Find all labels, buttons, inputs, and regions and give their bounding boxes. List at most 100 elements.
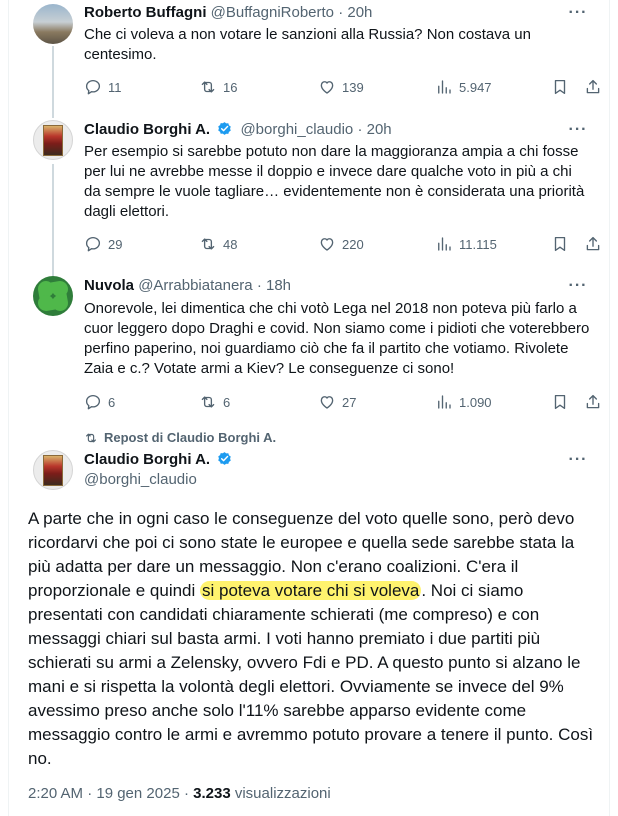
- like-count: 27: [342, 394, 357, 410]
- views-icon: [438, 395, 451, 409]
- views-label: visualizzazioni: [230, 785, 331, 802]
- highlighted-text: si poteva votare chi si voleva: [200, 581, 422, 600]
- author-name[interactable]: Roberto Buffagni: [84, 4, 206, 21]
- share-icon: [586, 394, 600, 409]
- repost-count: 48: [223, 236, 238, 252]
- author-handle[interactable]: @borghi_claudio: [240, 121, 353, 138]
- repost-button[interactable]: 48: [199, 233, 237, 255]
- author-name[interactable]: Claudio Borghi A.: [84, 121, 210, 138]
- main-author-name-row: Claudio Borghi A.: [84, 450, 236, 470]
- views-icon: [438, 80, 451, 94]
- reply-tweet-1[interactable]: Roberto Buffagni @BuffagniRoberto · 20h …: [9, 0, 609, 112]
- reply-tweet-3[interactable]: Nuvola @Arrabbiatanera · 18h ··· Onorevo…: [9, 272, 609, 424]
- views-count: 11.115: [459, 236, 497, 252]
- bookmark-icon: [554, 236, 566, 252]
- reply-icon: [85, 236, 101, 252]
- bookmark-icon: [554, 394, 566, 410]
- repost-button[interactable]: 16: [199, 76, 237, 98]
- repost-button[interactable]: 6: [199, 391, 230, 413]
- dot-separator: ·: [357, 121, 363, 138]
- author-handle[interactable]: @BuffagniRoberto: [211, 4, 334, 21]
- tweet-text: Onorevole, lei dimentica che chi votò Le…: [84, 300, 590, 377]
- reply-icon: [85, 394, 101, 410]
- reply-button[interactable]: 29: [84, 233, 122, 255]
- heart-icon: [320, 81, 334, 94]
- action-bar: 29 48 220 11.115: [84, 233, 600, 255]
- verified-badge-icon: [218, 452, 232, 465]
- share-icon: [586, 79, 600, 94]
- repost-count: 16: [223, 79, 238, 95]
- like-count: 220: [342, 236, 364, 252]
- dot-separator: ·: [338, 4, 344, 21]
- reply-count: 29: [108, 236, 123, 252]
- like-button[interactable]: 27: [318, 391, 356, 413]
- action-bar: 11 16 139 5.947: [84, 76, 600, 98]
- like-button[interactable]: 220: [318, 233, 364, 255]
- tweet-timestamp[interactable]: 2:20 AM · 19 gen 2025 ·: [28, 785, 193, 802]
- avatar[interactable]: [33, 4, 73, 44]
- thread-line: [52, 112, 54, 118]
- main-author-handle[interactable]: @borghi_claudio: [84, 470, 236, 490]
- repost-icon: [201, 238, 215, 250]
- more-options-icon[interactable]: ···: [567, 122, 589, 143]
- views-button[interactable]: 11.115: [435, 233, 497, 255]
- thread-line: [52, 46, 54, 112]
- heart-icon: [320, 396, 334, 409]
- tweet-header: Roberto Buffagni @BuffagniRoberto · 20h: [84, 3, 372, 23]
- repost-context-label: Repost di Claudio Borghi A.: [104, 430, 277, 445]
- tweet-time[interactable]: 20h: [347, 4, 372, 21]
- repost-icon: [201, 81, 215, 93]
- like-button[interactable]: 139: [318, 76, 364, 98]
- share-button[interactable]: [584, 391, 602, 413]
- more-options-icon[interactable]: ···: [567, 452, 589, 473]
- bookmark-icon: [554, 79, 566, 95]
- tweet-footer: 2:20 AM · 19 gen 2025 · 3.233 visualizza…: [28, 784, 331, 804]
- reply-icon: [85, 79, 101, 95]
- dot-separator: ·: [256, 277, 262, 294]
- avatar[interactable]: [33, 120, 73, 160]
- views-icon: [438, 237, 451, 251]
- more-options-icon[interactable]: ···: [567, 5, 589, 26]
- tweet-time[interactable]: 18h: [266, 277, 291, 294]
- tweet-header: Nuvola @Arrabbiatanera · 18h: [84, 276, 291, 296]
- views-count: 5.947: [459, 79, 492, 95]
- main-avatar[interactable]: [33, 450, 73, 490]
- reply-tweet-2[interactable]: Claudio Borghi A. @borghi_claudio · 20h …: [9, 112, 609, 272]
- main-author-name[interactable]: Claudio Borghi A.: [84, 451, 210, 468]
- reply-count: 6: [108, 394, 116, 410]
- reply-button[interactable]: 6: [84, 391, 115, 413]
- tweet-time[interactable]: 20h: [367, 121, 392, 138]
- bookmark-button[interactable]: [551, 391, 569, 413]
- views-button[interactable]: 1.090: [435, 391, 492, 413]
- like-count: 139: [342, 79, 364, 95]
- tweet-text: Per esempio si sarebbe potuto non dare l…: [84, 143, 585, 220]
- author-name[interactable]: Nuvola: [84, 277, 134, 294]
- tweet-text: Che ci voleva a non votare le sanzioni a…: [84, 26, 531, 63]
- action-bar: 6 6 27 1.090: [84, 391, 600, 413]
- author-handle[interactable]: @Arrabbiatanera: [138, 277, 252, 294]
- avatar[interactable]: [33, 276, 73, 316]
- main-tweet-header: Claudio Borghi A. @borghi_claudio: [84, 450, 236, 490]
- heart-icon: [320, 238, 334, 251]
- thread-line: [52, 164, 54, 272]
- repost-context[interactable]: Repost di Claudio Borghi A.: [84, 430, 276, 445]
- share-icon: [586, 236, 600, 251]
- views-count: 1.090: [459, 394, 492, 410]
- repost-icon: [86, 433, 96, 442]
- reply-count: 11: [108, 79, 122, 95]
- bookmark-button[interactable]: [551, 233, 569, 255]
- share-button[interactable]: [584, 233, 602, 255]
- verified-badge-icon: [218, 122, 232, 135]
- repost-count: 6: [223, 394, 231, 410]
- repost-icon: [201, 396, 215, 408]
- more-options-icon[interactable]: ···: [567, 278, 589, 299]
- tweet-header: Claudio Borghi A. @borghi_claudio · 20h: [84, 120, 392, 140]
- views-button[interactable]: 5.947: [435, 76, 492, 98]
- share-button[interactable]: [584, 76, 602, 98]
- timeline-frame: Roberto Buffagni @BuffagniRoberto · 20h …: [8, 0, 610, 816]
- bookmark-button[interactable]: [551, 76, 569, 98]
- reply-button[interactable]: 11: [84, 76, 122, 98]
- main-tweet-text: A parte che in ogni caso le conseguenze …: [28, 507, 598, 771]
- main-text-part-2: . Noi ci siamo presentati con candidati …: [28, 581, 594, 768]
- views-total: 3.233: [193, 785, 231, 802]
